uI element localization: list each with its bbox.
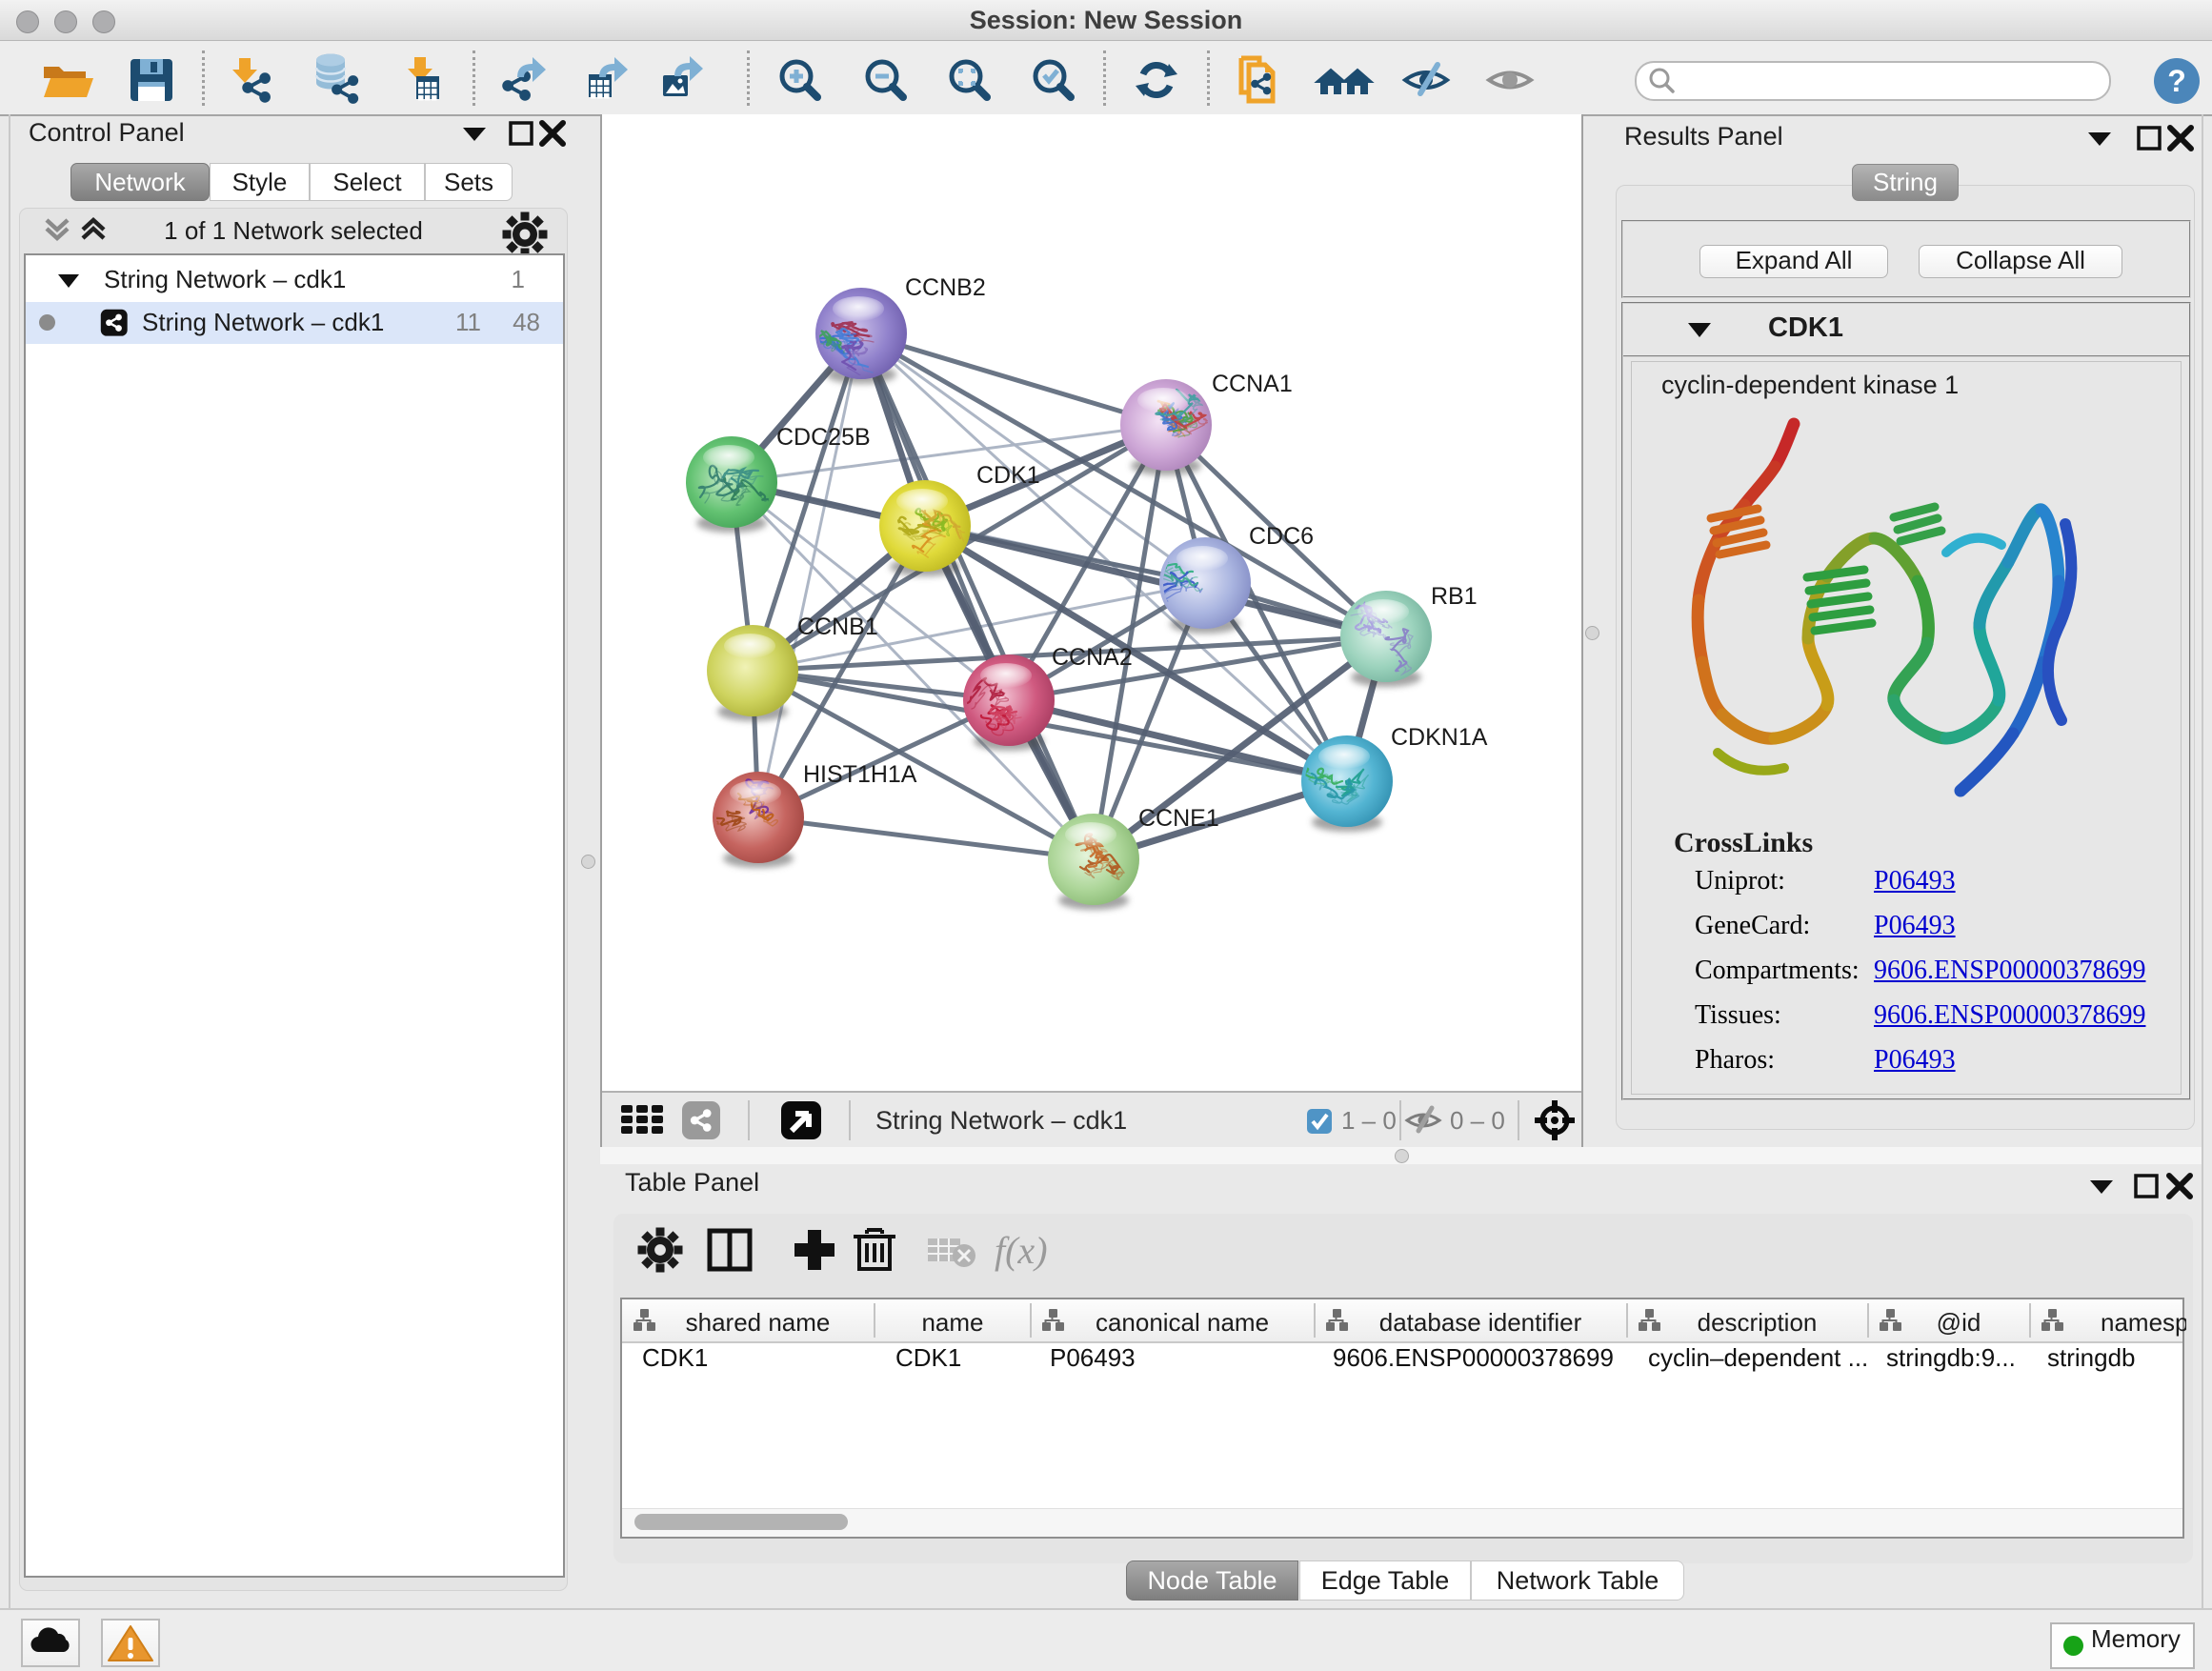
- svg-text:CDKN1A: CDKN1A: [1391, 724, 1488, 751]
- svg-text:CDC25B: CDC25B: [776, 424, 871, 451]
- svg-text:CDK1: CDK1: [976, 462, 1040, 489]
- svg-text:description: description: [1698, 1308, 1818, 1337]
- svg-text:HIST1H1A: HIST1H1A: [803, 761, 917, 788]
- svg-text:CDC6: CDC6: [1249, 523, 1314, 550]
- svg-text:namespace: namespace: [2101, 1308, 2186, 1337]
- svg-text:canonical name: canonical name: [1096, 1308, 1269, 1337]
- svg-text:RB1: RB1: [1431, 583, 1478, 610]
- svg-text:0 – 0: 0 – 0: [1450, 1106, 1505, 1135]
- svg-text:String Network – cdk1: String Network – cdk1: [875, 1106, 1127, 1135]
- svg-text:@id: @id: [1937, 1308, 1981, 1337]
- svg-text:f(x): f(x): [995, 1229, 1048, 1272]
- svg-text:shared name: shared name: [686, 1308, 831, 1337]
- svg-text:CCNA2: CCNA2: [1052, 644, 1133, 671]
- svg-text:database identifier: database identifier: [1379, 1308, 1582, 1337]
- svg-text:CCNB1: CCNB1: [797, 614, 878, 640]
- svg-text:CCNA1: CCNA1: [1212, 371, 1293, 397]
- svg-text:1 – 0: 1 – 0: [1341, 1106, 1397, 1135]
- svg-text:CCNB2: CCNB2: [905, 274, 986, 301]
- svg-text:CCNE1: CCNE1: [1138, 805, 1219, 832]
- svg-text:name: name: [921, 1308, 983, 1337]
- svg-text:?: ?: [2167, 64, 2186, 98]
